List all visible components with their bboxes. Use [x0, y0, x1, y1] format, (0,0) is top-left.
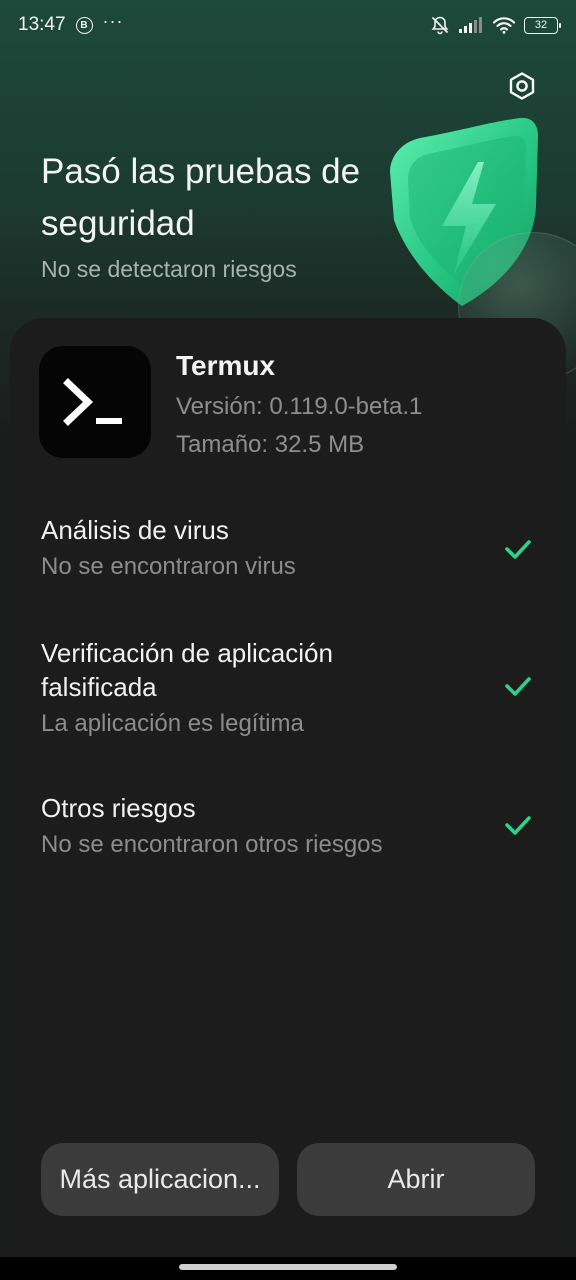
check-description: No se encontraron virus: [41, 553, 296, 580]
app-version: Versión: 0.119.0-beta.1: [176, 393, 423, 420]
check-item-other-risks: Otros riesgos No se encontraron otros ri…: [41, 791, 541, 861]
settings-hexagon-icon: [509, 72, 535, 100]
app-name: Termux: [176, 350, 276, 381]
check-title: Otros riesgos: [41, 793, 196, 823]
open-button[interactable]: Abrir: [297, 1143, 535, 1216]
check-title: Análisis de virus: [41, 515, 229, 545]
battery-level: 32: [534, 19, 548, 31]
page-subtitle: No se detectaron riesgos: [41, 256, 297, 282]
b-badge-icon: B: [75, 16, 93, 34]
more-notifications-icon: ···: [102, 10, 124, 31]
check-description: La aplicación es legítima: [41, 710, 304, 737]
check-item-virus-scan: Análisis de virus No se encontraron viru…: [41, 513, 541, 583]
check-description: No se encontraron otros riesgos: [41, 831, 383, 858]
settings-button[interactable]: [502, 66, 542, 106]
signal-icon: [459, 17, 482, 33]
checkmark-icon: [505, 677, 531, 696]
app-icon: [39, 346, 151, 458]
more-apps-button[interactable]: Más aplicacion...: [41, 1143, 279, 1216]
wifi-icon: [492, 17, 516, 34]
gesture-handle[interactable]: [179, 1264, 397, 1270]
checkmark-icon: [505, 540, 531, 559]
mute-bell-icon: [431, 16, 449, 35]
terminal-icon: [63, 378, 122, 426]
checkmark-icon: [505, 816, 531, 835]
battery-icon: 32: [524, 16, 561, 34]
security-scan-screen: 13:47 B ··· 32 Pasó las pruebas de segur…: [0, 0, 576, 1280]
check-title: Verificación de aplicación falsificada: [41, 638, 333, 702]
check-item-fake-app: Verificación de aplicación falsificada L…: [41, 636, 541, 740]
page-title: Pasó las pruebas de seguridad: [41, 152, 361, 243]
status-time: 13:47: [18, 14, 66, 35]
app-size: Tamaño: 32.5 MB: [176, 431, 365, 458]
status-bar: 13:47 B ··· 32: [0, 0, 576, 50]
